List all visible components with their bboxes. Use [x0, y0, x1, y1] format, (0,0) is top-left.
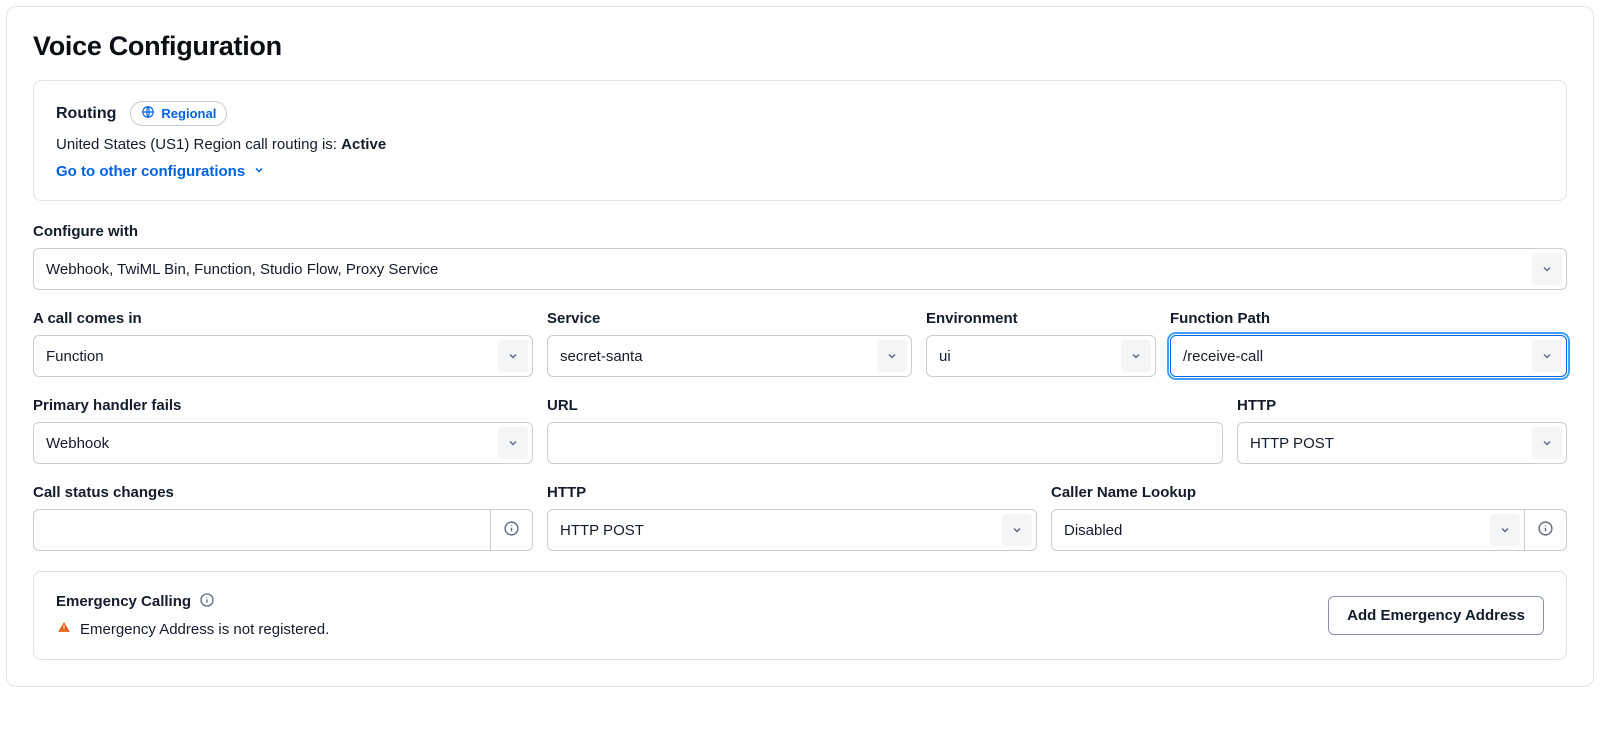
chevron-down-icon — [1532, 253, 1562, 285]
routing-status: United States (US1) Region call routing … — [56, 136, 1544, 153]
chevron-down-icon — [1490, 514, 1520, 546]
configure-with-value: Webhook, TwiML Bin, Function, Studio Flo… — [46, 261, 438, 278]
call-status-info-button[interactable] — [491, 509, 533, 551]
environment-value: ui — [939, 348, 951, 365]
chevron-down-icon — [498, 340, 528, 372]
caller-lookup-select[interactable]: Disabled — [1051, 509, 1525, 551]
chevron-down-icon — [1002, 514, 1032, 546]
emergency-title: Emergency Calling — [56, 593, 191, 610]
environment-select[interactable]: ui — [926, 335, 1156, 377]
http1-value: HTTP POST — [1250, 435, 1334, 452]
http1-label: HTTP — [1237, 397, 1567, 414]
routing-box: Routing Regional United States (US1) Reg… — [33, 80, 1567, 201]
call-status-label: Call status changes — [33, 484, 533, 501]
other-configs-link[interactable]: Go to other configurations — [56, 163, 265, 180]
http2-value: HTTP POST — [560, 522, 644, 539]
call-comes-in-select[interactable]: Function — [33, 335, 533, 377]
configure-with-select[interactable]: Webhook, TwiML Bin, Function, Studio Flo… — [33, 248, 1567, 290]
http1-select[interactable]: HTTP POST — [1237, 422, 1567, 464]
regional-badge[interactable]: Regional — [130, 101, 227, 126]
other-configs-label: Go to other configurations — [56, 163, 245, 180]
url-label: URL — [547, 397, 1223, 414]
info-icon — [1537, 520, 1554, 540]
http2-select[interactable]: HTTP POST — [547, 509, 1037, 551]
primary-fails-label: Primary handler fails — [33, 397, 533, 414]
http2-label: HTTP — [547, 484, 1037, 501]
call-comes-in-label: A call comes in — [33, 310, 533, 327]
emergency-status-text: Emergency Address is not registered. — [80, 621, 329, 638]
regional-badge-label: Regional — [161, 106, 216, 121]
configure-with-label: Configure with — [33, 223, 1567, 240]
caller-lookup-value: Disabled — [1064, 522, 1122, 539]
url-input[interactable] — [547, 422, 1223, 464]
chevron-down-icon — [498, 427, 528, 459]
emergency-info-icon[interactable] — [199, 592, 215, 611]
primary-fails-select[interactable]: Webhook — [33, 422, 533, 464]
service-value: secret-santa — [560, 348, 643, 365]
environment-label: Environment — [926, 310, 1156, 327]
chevron-down-icon — [253, 163, 265, 180]
routing-header: Routing Regional — [56, 101, 1544, 126]
routing-status-value: Active — [341, 136, 386, 153]
voice-config-card: Voice Configuration Routing Regional Uni… — [6, 6, 1594, 687]
service-select[interactable]: secret-santa — [547, 335, 912, 377]
function-path-label: Function Path — [1170, 310, 1567, 327]
add-emergency-address-button[interactable]: Add Emergency Address — [1328, 596, 1544, 635]
routing-label: Routing — [56, 105, 116, 123]
service-label: Service — [547, 310, 912, 327]
chevron-down-icon — [877, 340, 907, 372]
emergency-box: Emergency Calling Emergency Address is n… — [33, 571, 1567, 660]
chevron-down-icon — [1532, 340, 1562, 372]
function-path-value: /receive-call — [1183, 348, 1263, 365]
call-comes-in-value: Function — [46, 348, 104, 365]
caller-lookup-label: Caller Name Lookup — [1051, 484, 1567, 501]
globe-icon — [141, 105, 155, 122]
page-title: Voice Configuration — [33, 31, 1567, 62]
call-status-input[interactable] — [33, 509, 491, 551]
primary-fails-value: Webhook — [46, 435, 109, 452]
caller-lookup-info-button[interactable] — [1525, 509, 1567, 551]
warning-icon — [56, 619, 72, 639]
info-icon — [503, 520, 520, 540]
routing-status-prefix: United States (US1) Region call routing … — [56, 136, 341, 153]
chevron-down-icon — [1532, 427, 1562, 459]
chevron-down-icon — [1121, 340, 1151, 372]
function-path-select[interactable]: /receive-call — [1170, 335, 1567, 377]
